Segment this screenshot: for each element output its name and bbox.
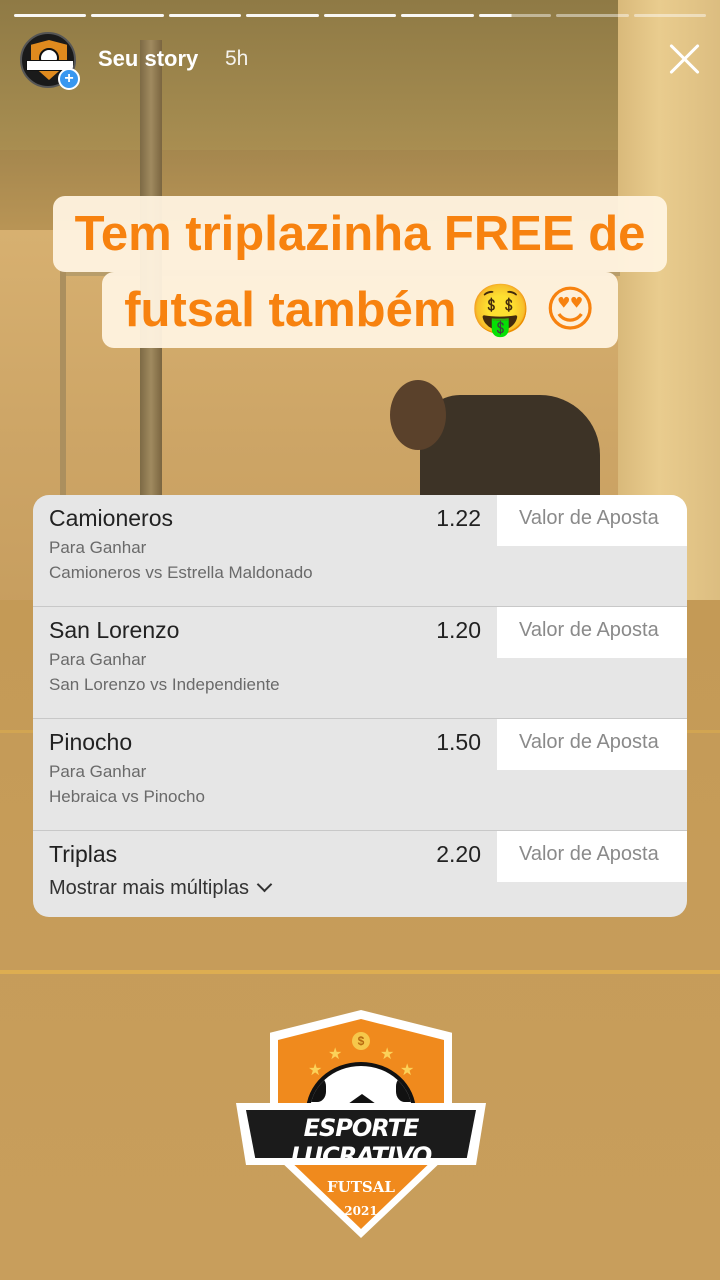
bet-selection: Pinocho 1.50 Para Ganhar Hebraica vs Pin…: [33, 719, 687, 831]
story-progress-bar: [14, 14, 706, 17]
bet-market: Para Ganhar: [49, 762, 147, 781]
multiple-bet-row: Triplas 2.20 Mostrar mais múltiplas Valo…: [33, 831, 687, 917]
progress-segment-current: [478, 14, 552, 17]
bet-selection-name: Pinocho: [49, 729, 133, 755]
show-more-label: Mostrar mais múltiplas: [49, 877, 250, 899]
logo-sport-text: FUTSAL: [327, 1178, 395, 1196]
caption-line-1: Tem triplazinha FREE de: [52, 196, 668, 272]
bet-odds: 1.22: [436, 505, 481, 531]
bet-slip-card: Camioneros 1.22 Para Ganhar Camioneros v…: [33, 495, 687, 917]
bet-odds: 1.20: [436, 617, 481, 643]
bet-market: Para Ganhar: [49, 650, 147, 669]
multiple-odds: 2.20: [436, 841, 481, 867]
caption-line-2: futsal também 🤑 😍: [102, 272, 618, 348]
stake-input[interactable]: Valor de Aposta: [497, 495, 687, 546]
story-username[interactable]: Seu story: [98, 46, 198, 72]
esporte-lucrativo-logo: ★ ★ ★ ★ $ ESPORTE LUCRATIVO FUTSAL 2021: [236, 1010, 486, 1240]
goalkeeper-figure: [390, 380, 600, 505]
stake-input[interactable]: Valor de Aposta: [497, 831, 687, 882]
logo-brand-text: ESPORTE LUCRATIVO: [290, 1114, 433, 1170]
stake-input[interactable]: Valor de Aposta: [497, 719, 687, 770]
logo-year-text: 2021: [344, 1204, 378, 1218]
progress-segment: [556, 14, 629, 17]
progress-segment: [168, 14, 242, 17]
bet-market: Para Ganhar: [49, 538, 147, 557]
stake-input[interactable]: Valor de Aposta: [497, 607, 687, 658]
bet-match: Camioneros vs Estrella Maldonado: [49, 563, 313, 582]
bet-match: San Lorenzo vs Independiente: [49, 675, 280, 694]
story-time-ago: 5h: [225, 47, 249, 70]
progress-segment: [246, 14, 319, 17]
progress-segment: [323, 14, 397, 17]
progress-segment: [14, 14, 87, 17]
bet-selection: Camioneros 1.22 Para Ganhar Camioneros v…: [33, 495, 687, 607]
bet-selection: San Lorenzo 1.20 Para Ganhar San Lorenzo…: [33, 607, 687, 719]
progress-segment: [401, 14, 474, 17]
multiple-label: Triplas: [49, 841, 118, 867]
bet-selection-name: Camioneros: [49, 505, 173, 531]
bet-odds: 1.50: [436, 729, 481, 755]
show-more-multiples-link[interactable]: Mostrar mais múltiplas: [49, 876, 273, 900]
story-caption: Tem triplazinha FREE de futsal também 🤑 …: [0, 196, 720, 348]
dollar-coin-icon: $: [352, 1032, 370, 1050]
star-icon: ★: [328, 1046, 343, 1063]
bet-selection-name: San Lorenzo: [49, 617, 180, 643]
progress-segment: [633, 14, 706, 17]
story-header: + Seu story 5h: [20, 32, 700, 90]
progress-segment: [91, 14, 164, 17]
chevron-down-icon: [256, 876, 273, 893]
bet-match: Hebraica vs Pinocho: [49, 787, 205, 806]
star-icon: ★: [380, 1046, 395, 1063]
plus-icon[interactable]: +: [58, 68, 80, 90]
close-icon[interactable]: [664, 38, 706, 80]
